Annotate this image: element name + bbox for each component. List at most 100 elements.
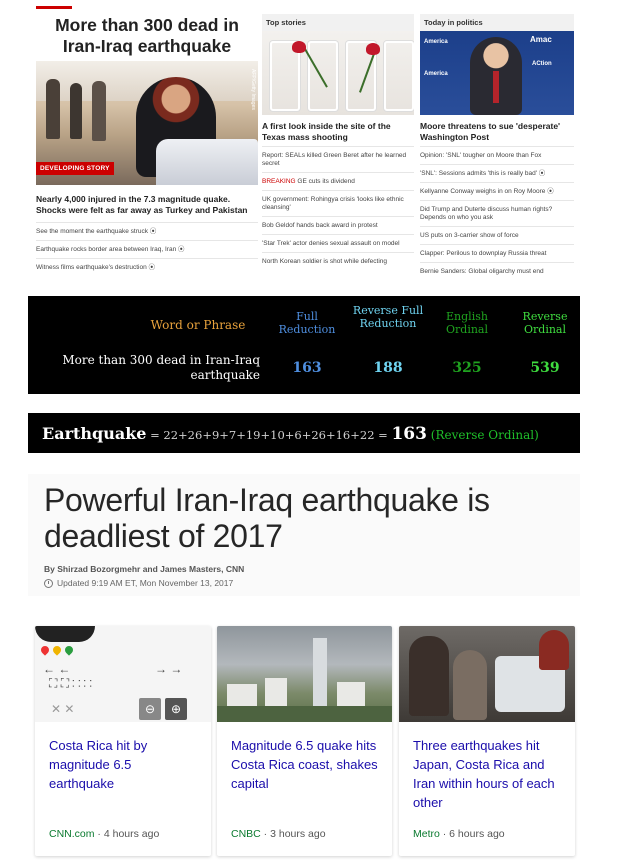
story-link[interactable]: Report: SEALs killed Green Beret after h…: [262, 146, 414, 172]
full-reduction-value: 163: [292, 360, 322, 376]
building: [227, 684, 257, 708]
backdrop-logo: Amac: [530, 35, 552, 44]
politics-links: Opinion: 'SNL' tougher on Moore than Fox…: [420, 146, 574, 280]
photo-person: [70, 83, 82, 139]
politics-header: Today in politics: [420, 14, 574, 31]
top-stories-column: Top stories A first look inside the site…: [262, 14, 414, 270]
play-icon: ⦿: [148, 264, 156, 271]
phrase-cell: More than 300 dead in Iran-Iraq earthqua…: [62, 353, 260, 382]
play-icon: ⦿: [538, 170, 546, 177]
roses-photo[interactable]: [262, 31, 414, 115]
reverse-ordinal-header: Reverse Ordinal: [522, 310, 568, 336]
reverse-full-reduction-header: Reverse Full Reduction: [352, 304, 424, 330]
close-icon: ✕ ✕: [51, 702, 75, 716]
clock-icon: [44, 578, 53, 588]
politics-link[interactable]: Opinion: 'SNL' tougher on Moore than Fox: [420, 146, 574, 164]
politics-link[interactable]: Kellyanne Conway weighs in on Roy Moore …: [420, 182, 574, 200]
card-source: CNN.com · 4 hours ago: [49, 828, 160, 840]
reverse-ordinal-value: 539: [530, 360, 560, 376]
politics-link[interactable]: 'SNL': Sessions admits 'this is really b…: [420, 164, 574, 182]
equation-total: 163: [391, 424, 427, 444]
news-card[interactable]: ← ← → → ⛶ ⛶ ⸬ ⸬ ✕ ✕ ⊖ ⊕ Costa Rica hit b…: [35, 626, 211, 856]
tower: [313, 638, 327, 708]
photo-tie: [493, 71, 499, 103]
equation-sum: = 22+26+9+7+19+10+6+26+16+22 =: [146, 428, 392, 442]
rescue-thumbnail: [399, 626, 575, 722]
english-ordinal-header: English Ordinal: [446, 310, 488, 336]
photo-chair: [384, 41, 414, 111]
developing-story-badge: DEVELOPING STORY: [36, 162, 114, 175]
main-headline[interactable]: More than 300 dead in Iran-Iraq earthqua…: [36, 9, 258, 61]
story-link[interactable]: Bob Geldof hands back award in protest: [262, 216, 414, 234]
politics-headline[interactable]: Moore threatens to sue 'desperate' Washi…: [420, 115, 574, 146]
news-card[interactable]: Three earthquakes hit Japan, Costa Rica …: [399, 626, 575, 856]
photo-person: [409, 636, 449, 716]
main-story-column: More than 300 dead in Iran-Iraq earthqua…: [36, 6, 258, 276]
arrow-icon: → →: [155, 662, 183, 676]
earthquake-equation-bar: Earthquake = 22+26+9+7+19+10+6+26+16+22 …: [28, 413, 580, 453]
map-pin-icon: [39, 644, 51, 656]
map-pin-icon: [51, 644, 63, 656]
related-link[interactable]: See the moment the earthquake struck ⦿: [36, 222, 258, 240]
zoom-out-icon: ⊖: [139, 698, 161, 720]
card-title[interactable]: Three earthquakes hit Japan, Costa Rica …: [413, 736, 563, 812]
photo-person: [453, 650, 487, 720]
top-stories-header: Top stories: [262, 14, 414, 31]
main-subheadline[interactable]: Nearly 4,000 injured in the 7.3 magnitud…: [36, 185, 258, 222]
map-dark-shape: [35, 626, 95, 642]
photo-chair: [308, 41, 338, 111]
photo-person: [46, 79, 60, 139]
fullscreen-icon: ⛶ ⛶ ⸬ ⸬: [49, 676, 92, 690]
photo-blanket: [156, 139, 258, 185]
related-link[interactable]: Earthquake rocks border area between Ira…: [36, 240, 258, 258]
article-updated: Updated 9:19 AM ET, Mon November 13, 201…: [44, 578, 233, 588]
play-icon: ⦿: [149, 228, 157, 235]
equation-word: Earthquake: [42, 424, 147, 443]
card-title[interactable]: Costa Rica hit by magnitude 6.5 earthqua…: [49, 736, 199, 793]
reverse-full-reduction-value: 188: [373, 360, 403, 376]
map-thumbnail: ← ← → → ⛶ ⛶ ⸬ ⸬ ✕ ✕ ⊖ ⊕: [35, 626, 211, 722]
politics-link[interactable]: Did Trump and Duterte discuss human righ…: [420, 200, 574, 226]
story-link[interactable]: BREAKING GE cuts its dividend: [262, 172, 414, 190]
card-source: CNBC · 3 hours ago: [231, 828, 326, 840]
earthquake-photo[interactable]: AFP/Getty Images DEVELOPING STORY: [36, 61, 258, 185]
map-pin-icon: [63, 644, 75, 656]
city-thumbnail: [217, 626, 392, 722]
gematria-table: Word or Phrase Full Reduction Reverse Fu…: [28, 296, 580, 394]
backdrop-logo: America: [424, 39, 448, 45]
arrow-icon: ← ←: [43, 662, 71, 676]
news-card[interactable]: Magnitude 6.5 quake hits Costa Rica coas…: [217, 626, 392, 856]
rose: [366, 43, 380, 55]
card-source: Metro · 6 hours ago: [413, 828, 505, 840]
politics-link[interactable]: US puts on 3-carrier show of force: [420, 226, 574, 244]
updated-text: Updated 9:19 AM ET, Mon November 13, 201…: [57, 578, 234, 588]
backdrop-logo: America: [424, 71, 448, 77]
rose: [292, 41, 306, 53]
full-reduction-header: Full Reduction: [278, 310, 336, 336]
politics-link[interactable]: Clapper: Perilous to downplay Russia thr…: [420, 244, 574, 262]
photo-person: [92, 81, 106, 141]
politics-link[interactable]: Bernie Sanders: Global oligarchy must en…: [420, 262, 574, 280]
zoom-in-icon: ⊕: [165, 698, 187, 720]
article-header: Powerful Iran-Iraq earthquake is deadlie…: [28, 474, 580, 596]
breaking-label: BREAKING: [262, 178, 296, 185]
story-link[interactable]: North Korean soldier is shot while defec…: [262, 252, 414, 270]
moore-photo[interactable]: America Amac ACtion America: [420, 31, 574, 115]
building: [265, 678, 287, 708]
article-byline: By Shirzad Bozorgmehr and James Masters,…: [44, 564, 245, 574]
equation-cipher: (Reverse Ordinal): [426, 428, 539, 442]
article-title: Powerful Iran-Iraq earthquake is deadlie…: [44, 482, 490, 554]
related-link[interactable]: Witness films earthquake's destruction ⦿: [36, 258, 258, 276]
story-link[interactable]: 'Star Trek' actor denies sexual assault …: [262, 234, 414, 252]
backdrop-logo: ACtion: [532, 61, 552, 67]
photo-person: [539, 630, 569, 670]
top-stories-links: Report: SEALs killed Green Beret after h…: [262, 146, 414, 270]
card-title[interactable]: Magnitude 6.5 quake hits Costa Rica coas…: [231, 736, 381, 793]
story-link[interactable]: UK government: Rohingya crisis 'looks li…: [262, 190, 414, 216]
politics-column: Today in politics America Amac ACtion Am…: [420, 14, 574, 280]
top-story-headline[interactable]: A first look inside the site of the Texa…: [262, 115, 414, 146]
main-related-links: See the moment the earthquake struck ⦿ E…: [36, 222, 258, 276]
play-icon: ⦿: [178, 246, 185, 253]
photo-credit: AFP/Getty Images: [250, 69, 256, 110]
trees: [217, 706, 392, 722]
